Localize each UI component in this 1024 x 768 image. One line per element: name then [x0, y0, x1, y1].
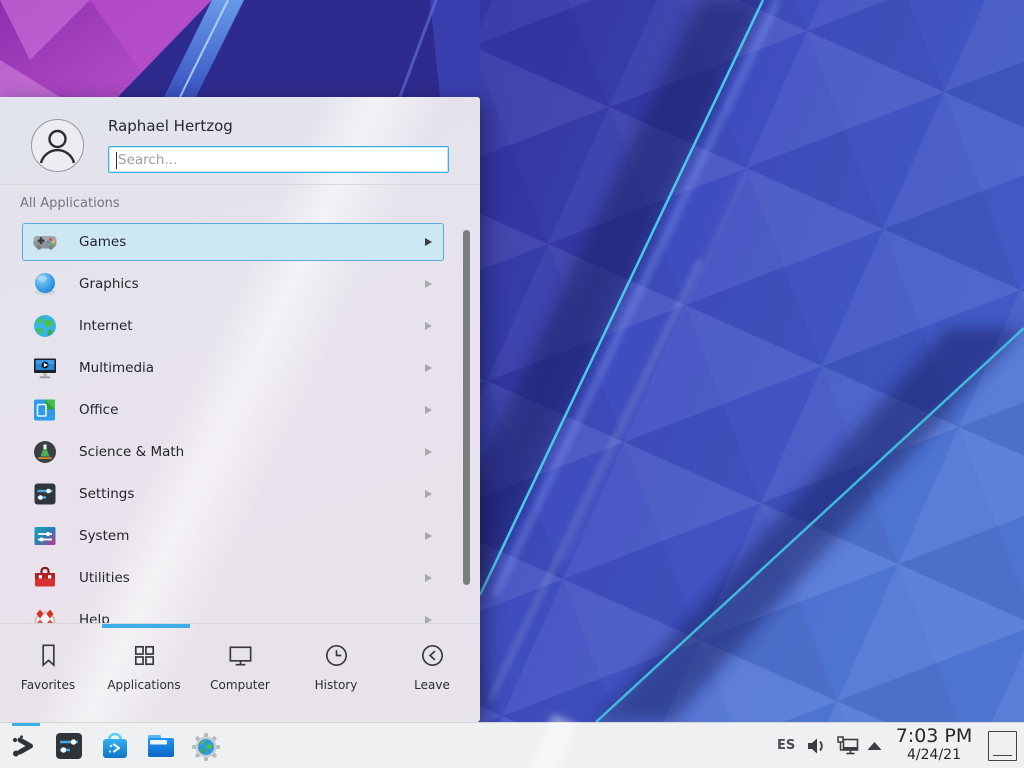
- media-screen-icon: [32, 355, 58, 381]
- launcher-active-indicator: [12, 723, 40, 726]
- keyboard-layout-indicator[interactable]: ES: [777, 723, 795, 768]
- tab-applications[interactable]: Applications: [96, 624, 192, 722]
- document-icon: [32, 397, 58, 423]
- system-settings-icon[interactable]: [53, 730, 85, 762]
- tab-computer[interactable]: Computer: [192, 624, 288, 722]
- scrollbar[interactable]: [463, 230, 470, 585]
- taskbar-translucency-streak: [529, 714, 577, 768]
- system-icon: [32, 523, 58, 549]
- expand-tray-arrow-icon[interactable]: [866, 741, 883, 751]
- app-launcher-button[interactable]: [7, 731, 37, 761]
- web-browser-icon[interactable]: [191, 732, 221, 762]
- application-category-list: Games Graphics: [0, 221, 480, 623]
- category-row-help[interactable]: Help: [0, 599, 480, 623]
- sliders-icon: [32, 481, 58, 507]
- clock-time: 7:03 PM: [888, 726, 980, 747]
- search-input-field[interactable]: [109, 147, 448, 172]
- show-desktop-button[interactable]: [988, 731, 1017, 761]
- digital-clock[interactable]: 7:03 PM 4/24/21: [888, 726, 980, 764]
- search-input[interactable]: [108, 146, 449, 173]
- category-row-utilities[interactable]: Utilities: [0, 557, 480, 599]
- sphere-icon: [32, 271, 58, 297]
- menu-header: Raphael Hertzog: [0, 97, 480, 185]
- category-row-system[interactable]: System: [0, 515, 480, 557]
- category-row-multimedia[interactable]: Multimedia: [0, 347, 480, 389]
- toolbox-icon: [32, 565, 58, 591]
- active-tab-indicator: [102, 624, 190, 628]
- submenu-arrow-icon: [425, 406, 432, 414]
- category-row-office[interactable]: Office: [0, 389, 480, 431]
- category-row-science-math[interactable]: Science & Math: [0, 431, 480, 473]
- app-grid-icon: [130, 641, 159, 670]
- submenu-arrow-icon: [425, 364, 432, 372]
- submenu-arrow-icon: [425, 238, 432, 246]
- discover-store-icon[interactable]: [99, 730, 131, 762]
- clock-date: 4/24/21: [888, 747, 980, 764]
- globe-icon: [32, 313, 58, 339]
- tab-history[interactable]: History: [288, 624, 384, 722]
- category-row-settings[interactable]: Settings: [0, 473, 480, 515]
- submenu-arrow-icon: [425, 532, 432, 540]
- taskbar: ES 7:03 PM 4/24/21: [0, 722, 1024, 768]
- file-manager-icon[interactable]: [145, 730, 177, 762]
- submenu-arrow-icon: [425, 574, 432, 582]
- submenu-arrow-icon: [425, 616, 432, 623]
- desktop: Raphael Hertzog All Applications: [0, 0, 1024, 768]
- monitor-icon: [226, 641, 255, 670]
- submenu-arrow-icon: [425, 490, 432, 498]
- volume-icon[interactable]: [806, 736, 828, 756]
- category-row-internet[interactable]: Internet: [0, 305, 480, 347]
- submenu-arrow-icon: [425, 280, 432, 288]
- gamepad-icon: [32, 229, 58, 255]
- category-row-games[interactable]: Games: [0, 221, 480, 263]
- text-caret: [116, 152, 117, 169]
- network-icon[interactable]: [836, 735, 860, 757]
- menu-tab-bar: Favorites Applications Computer: [0, 623, 480, 722]
- submenu-arrow-icon: [425, 448, 432, 456]
- application-launcher-menu: Raphael Hertzog All Applications: [0, 97, 480, 722]
- submenu-arrow-icon: [425, 322, 432, 330]
- bookmark-icon: [34, 641, 63, 670]
- tab-favorites[interactable]: Favorites: [0, 624, 96, 722]
- category-row-graphics[interactable]: Graphics: [0, 263, 480, 305]
- tab-leave[interactable]: Leave: [384, 624, 480, 722]
- user-name: Raphael Hertzog: [108, 117, 233, 135]
- flask-icon: [32, 439, 58, 465]
- lifebuoy-icon: [32, 607, 58, 623]
- leave-icon: [418, 641, 447, 670]
- history-clock-icon: [322, 641, 351, 670]
- user-avatar-icon[interactable]: [31, 119, 84, 172]
- section-label: All Applications: [20, 196, 120, 211]
- show-desktop-line: [993, 755, 1012, 756]
